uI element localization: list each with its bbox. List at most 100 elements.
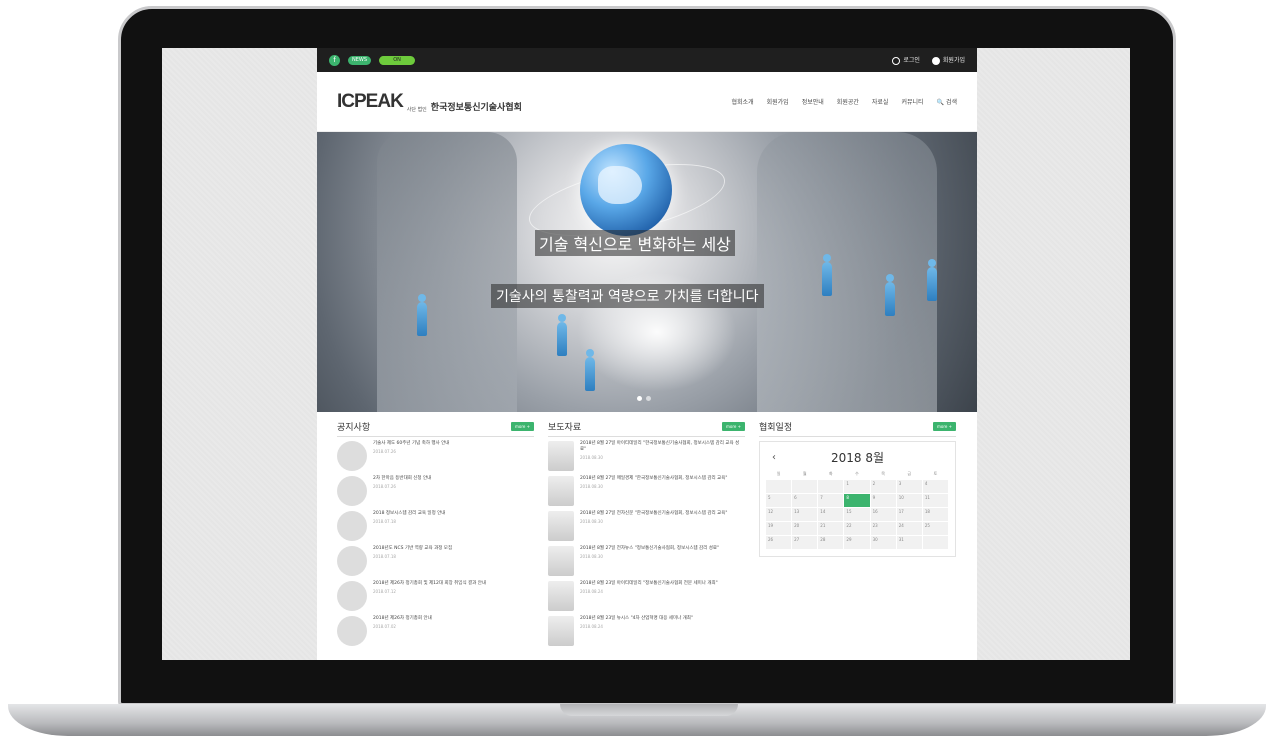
item-title[interactable]: 2018년 제26차 정기총회 및 제12대 회장 취임식 결과 안내 [373,581,486,587]
nav-item-community[interactable]: 커뮤니티 [901,97,923,106]
calendar-day[interactable]: 2 [870,480,897,494]
calendar-day[interactable]: 15 [844,508,871,522]
calendar-day[interactable]: 14 [818,508,845,522]
calendar-day[interactable]: 28 [818,536,845,550]
item-title[interactable]: 2018년 8월 27일 아이티데일리 "한국정보통신기술사협회, 정보시스템 … [580,441,745,453]
item-date: 2018.07.02 [373,624,396,629]
list-item[interactable]: 2018년 8월 27일 매일경제 "한국정보통신기술사협회, 정보시스템 감리… [548,476,745,506]
list-item[interactable]: 2018년 8월 23일 아이티데일리 "정보통신기술사협회 전문 세미나 개최… [548,581,745,611]
search-label: 검색 [945,99,957,106]
list-item[interactable]: 2차 한마음 등반대회 신청 안내 2018.07.26 [337,476,534,506]
calendar-day[interactable]: 26 [766,536,793,550]
slider-dot[interactable] [637,396,642,401]
calendar-day[interactable]: 29 [844,536,871,550]
calendar-day[interactable]: 7 [818,494,845,508]
item-title[interactable]: 기술사 제도 60주년 기념 축하 행사 안내 [373,441,449,447]
site-header: ICPEAK 사단 법인 한국정보통신기술사협회 협회소개 회원가입 정보안내 … [317,72,977,132]
item-title[interactable]: 2018년 8월 27일 매일경제 "한국정보통신기술사협회, 정보시스템 감리… [580,476,727,482]
news-badge[interactable]: NEWS [348,55,372,65]
list-item[interactable]: 2018년 제26차 정기총회 안내 2018.07.02 [337,616,534,646]
item-title[interactable]: 2018년 8월 27일 전자뉴스 "정보통신기술사협회, 정보시스템 감리 성… [580,546,719,552]
site-logo[interactable]: ICPEAK 사단 법인 한국정보통신기술사협회 [337,91,522,113]
nav-item-search[interactable]: 🔍 검색 [937,97,957,106]
calendar-day[interactable]: 3 [896,480,923,494]
item-date: 2018.07.18 [373,554,396,559]
schedule-header: 협회일정 more + [759,420,956,437]
facebook-icon[interactable]: f [329,54,340,66]
item-thumbnail [337,616,367,646]
list-item[interactable]: 2018년도 NCS 기반 역량 교육 과정 모집 2018.07.18 [337,546,534,576]
join-label: 회원가입 [942,57,965,65]
calendar-day[interactable]: 23 [870,522,897,536]
calendar-day[interactable]: 31 [896,536,923,550]
schedule-more-button[interactable]: more + [933,422,956,431]
calendar-weekday: 화 [818,470,845,480]
nav-item-archive[interactable]: 자료실 [872,97,889,106]
slider-dot[interactable] [646,396,651,401]
item-date: 2018.08.30 [580,519,603,524]
item-date: 2018.08.30 [580,455,603,460]
calendar-day[interactable]: 20 [792,522,819,536]
nav-item-join[interactable]: 회원가입 [767,97,789,106]
nav-item-info[interactable]: 정보안내 [802,97,824,106]
list-item[interactable]: 기술사 제도 60주년 기념 축하 행사 안내 2018.07.26 [337,441,534,471]
calendar-day[interactable]: 27 [792,536,819,550]
calendar-day[interactable]: 17 [896,508,923,522]
calendar-day[interactable]: 19 [766,522,793,536]
item-date: 2018.07.12 [373,589,396,594]
slider-dots [637,396,651,401]
item-thumbnail [337,546,367,576]
login-label: 로그인 [903,57,920,65]
item-title[interactable]: 2018년 8월 23일 아이티데일리 "정보통신기술사협회 전문 세미나 개최… [580,581,718,587]
calendar-day[interactable]: 10 [896,494,923,508]
calendar-day[interactable]: 21 [818,522,845,536]
nav-item-about[interactable]: 협회소개 [732,97,754,106]
calendar-weekday: 일 [766,470,793,480]
calendar-weekday: 토 [922,470,949,480]
calendar-grid: 일 월 화 수 목 금 토 1 2 3 4 5 6 7 8 9 10 11 12 13 14 15 16 17 18 19 20 21… [766,470,949,550]
item-title[interactable]: 2018년 8월 23일 뉴시스 "4차 산업혁명 대응 세미나 개최" [580,616,693,622]
join-link[interactable]: 회원가입 [931,55,965,65]
list-item[interactable]: 2018년 8월 23일 뉴시스 "4차 산업혁명 대응 세미나 개최" 2018… [548,616,745,646]
calendar-day[interactable]: 11 [922,494,949,508]
search-icon: 🔍 [936,99,945,106]
list-item[interactable]: 2018년 8월 27일 전자뉴스 "정보통신기술사협회, 정보시스템 감리 성… [548,546,745,576]
calendar-day[interactable]: 1 [844,480,871,494]
calendar-day[interactable]: 8 [844,494,871,508]
notice-more-button[interactable]: more + [511,422,534,431]
list-item[interactable]: 2018년 8월 27일 전자신문 "한국정보통신기술사협회, 정보시스템 감리… [548,511,745,541]
notice-header: 공지사항 more + [337,420,534,437]
item-title[interactable]: 2018 정보시스템 감리 교육 일정 안내 [373,511,445,517]
list-item[interactable]: 2018년 제26차 정기총회 및 제12대 회장 취임식 결과 안내 2018.… [337,581,534,611]
prev-month-button[interactable]: ‹ [772,452,776,463]
calendar-day[interactable]: 13 [792,508,819,522]
calendar-day[interactable]: 18 [922,508,949,522]
calendar-day[interactable]: 6 [792,494,819,508]
press-more-button[interactable]: more + [722,422,745,431]
calendar-day[interactable]: 9 [870,494,897,508]
calendar-day[interactable]: 4 [922,480,949,494]
calendar-weekday: 목 [870,470,897,480]
item-date: 2018.08.30 [580,484,603,489]
item-title[interactable]: 2018년 8월 27일 전자신문 "한국정보통신기술사협회, 정보시스템 감리… [580,511,727,517]
list-item[interactable]: 2018 정보시스템 감리 교육 일정 안내 2018.07.18 [337,511,534,541]
login-link[interactable]: 로그인 [892,55,920,65]
item-thumbnail [337,441,367,471]
calendar-day[interactable]: 16 [870,508,897,522]
calendar-day[interactable]: 30 [870,536,897,550]
item-title[interactable]: 2018년도 NCS 기반 역량 교육 과정 모집 [373,546,452,552]
toggle-badge[interactable]: ON [379,55,416,65]
calendar-day[interactable]: 25 [922,522,949,536]
calendar-day[interactable]: 5 [766,494,793,508]
item-date: 2018.08.24 [580,624,603,629]
calendar-day[interactable]: 12 [766,508,793,522]
item-date: 2018.07.26 [373,484,396,489]
calendar-day[interactable]: 24 [896,522,923,536]
nav-item-members[interactable]: 회원공간 [837,97,859,106]
notice-section: 공지사항 more + 기술사 제도 60주년 기념 축하 행사 안내 2018.… [337,420,534,651]
item-title[interactable]: 2차 한마음 등반대회 신청 안내 [373,476,431,482]
list-item[interactable]: 2018년 8월 27일 아이티데일리 "한국정보통신기술사협회, 정보시스템 … [548,441,745,471]
item-title[interactable]: 2018년 제26차 정기총회 안내 [373,616,432,622]
calendar-day[interactable]: 22 [844,522,871,536]
item-thumbnail [337,476,367,506]
